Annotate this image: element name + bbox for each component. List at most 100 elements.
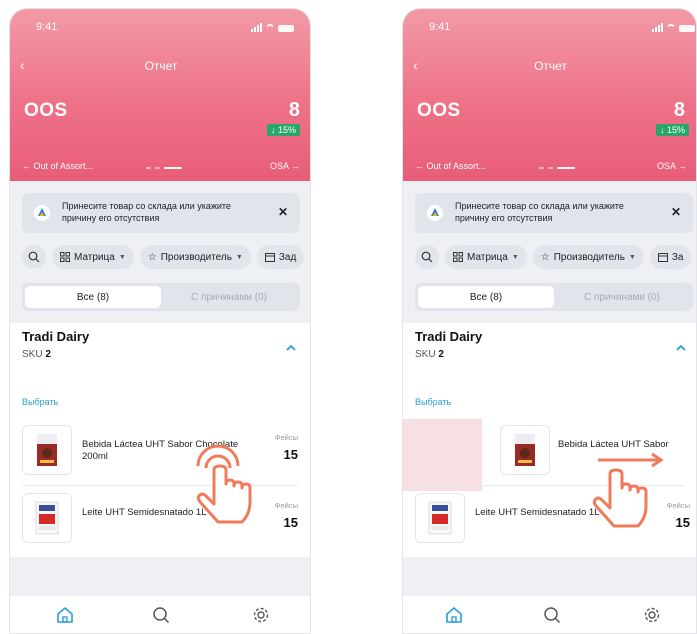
hint-text: Принесите товар со склада или укажите пр… [455, 201, 624, 223]
search-icon [28, 251, 40, 263]
filter-manufacturer[interactable]: ☆ Производитель ▼ [139, 245, 251, 269]
next-report-link[interactable]: OSA → [270, 161, 300, 171]
chevron-down-icon: ▼ [511, 253, 519, 261]
report-pager: ← Out of Assort... OSA → [403, 161, 696, 175]
select-link[interactable]: Выбрать [415, 397, 451, 407]
facings-label: Фейсы [274, 501, 298, 510]
status-bar: 9:41 [36, 21, 294, 35]
search-icon[interactable] [543, 606, 561, 624]
product-image [415, 493, 465, 543]
facings-label: Фейсы [274, 433, 298, 442]
sku-count: SKU 2 [415, 349, 444, 360]
phone-screen-tap: 9:41 ‹ Отчет OOS 8 ↓ 15% ← Out of Assort… [9, 8, 311, 634]
signal-icon [652, 23, 663, 32]
status-time: 9:41 [36, 21, 58, 33]
close-icon[interactable]: ✕ [278, 205, 288, 219]
sku-count: SKU 2 [22, 349, 51, 360]
chevron-down-icon: ▼ [235, 253, 243, 261]
filter-bar: Матрица ▼ ☆ Производитель ▼ Зад [22, 245, 305, 269]
facings-value: 15 [283, 447, 298, 462]
brand-icon [427, 205, 443, 221]
nav-bar: ‹ Отчет [10, 57, 310, 75]
filter-label: Матрица [74, 251, 115, 263]
search-icon [421, 251, 433, 263]
facings-value: 15 [675, 515, 690, 530]
product-image [22, 425, 72, 475]
product-name: Bebida Láctea UHT Sabor [558, 439, 669, 450]
bottom-tab-bar [403, 595, 696, 633]
phone-screen-swipe: 9:41 ‹ Отчет OOS 8 ↓ 15% ← Out of Assort… [402, 8, 697, 634]
product-image [22, 493, 72, 543]
tab-all[interactable]: Все (8) [25, 286, 161, 308]
tab-with-reasons[interactable]: С причинами (0) [554, 286, 690, 308]
chevron-down-icon: ▼ [628, 253, 636, 261]
home-icon[interactable] [56, 606, 74, 624]
close-icon[interactable]: ✕ [671, 205, 681, 219]
group-title: Tradi Dairy [22, 329, 90, 344]
filter-bar: Матрица ▼ ☆ Производитель ▼ За [415, 245, 692, 269]
filter-label: Производитель [553, 251, 625, 263]
search-button[interactable] [22, 245, 46, 269]
hint-text: Принесите товар со склада или укажите пр… [62, 201, 231, 223]
product-group-card: Tradi Dairy SKU 2 Выбрать Bebida Láctea … [10, 323, 310, 557]
group-title: Tradi Dairy [415, 329, 483, 344]
report-pager: ← Out of Assort... OSA → [10, 161, 310, 175]
filter-tasks[interactable]: Зад [256, 245, 305, 269]
brand-icon [34, 205, 50, 221]
filter-matrix[interactable]: Матрица ▼ [445, 245, 527, 269]
delta-badge: ↓ 15% [655, 124, 689, 136]
calendar-icon [264, 253, 275, 262]
metric-value: 8 [288, 99, 300, 121]
prev-report-link[interactable]: ← Out of Assort... [415, 161, 486, 171]
page-title: Отчет [534, 59, 567, 73]
metric-name: OOS [24, 100, 68, 121]
delta-badge: ↓ 15% [266, 124, 300, 136]
list-item[interactable]: Bebida Láctea UHT Sabor Chocolate 200ml … [10, 419, 310, 481]
grid-icon [60, 252, 70, 262]
calendar-icon [657, 253, 668, 262]
grid-icon [453, 252, 463, 262]
star-icon: ☆ [540, 251, 550, 263]
star-icon: ☆ [147, 251, 157, 263]
filter-label: За [671, 251, 684, 263]
filter-label: Матрица [467, 251, 508, 263]
chevron-up-icon[interactable] [676, 343, 686, 353]
select-link[interactable]: Выбрать [22, 397, 58, 407]
report-header: 9:41 ‹ Отчет OOS 8 ↓ 15% ← Out of Assort… [403, 9, 696, 181]
next-report-link[interactable]: OSA → [657, 161, 687, 171]
metric-value: 8 [673, 99, 685, 121]
filter-manufacturer[interactable]: ☆ Производитель ▼ [532, 245, 644, 269]
settings-icon[interactable] [643, 606, 661, 624]
wifi-icon [265, 24, 275, 32]
list-item[interactable]: Leite UHT Semidesnatado 1L Фейсы 15 [10, 487, 310, 549]
segmented-control: Все (8) С причинами (0) [22, 283, 300, 311]
swipe-gesture-icon [592, 452, 664, 528]
chevron-up-icon[interactable] [286, 343, 296, 353]
chevron-down-icon: ▼ [118, 253, 126, 261]
home-icon[interactable] [445, 606, 463, 624]
settings-icon[interactable] [252, 606, 270, 624]
search-icon[interactable] [152, 606, 170, 624]
product-image [500, 425, 550, 475]
status-time: 9:41 [429, 21, 451, 33]
hint-banner: Принесите товар со склада или укажите пр… [22, 193, 300, 233]
signal-icon [251, 23, 262, 32]
tab-with-reasons[interactable]: С причинами (0) [161, 286, 297, 308]
report-header: 9:41 ‹ Отчет OOS 8 ↓ 15% ← Out of Assort… [10, 9, 310, 181]
segmented-control: Все (8) С причинами (0) [415, 283, 693, 311]
prev-report-link[interactable]: ← Out of Assort... [22, 161, 93, 171]
bottom-tab-bar [10, 595, 310, 633]
facings-value: 15 [283, 515, 298, 530]
wifi-icon [666, 24, 676, 32]
battery-icon [278, 25, 294, 32]
tab-all[interactable]: Все (8) [418, 286, 554, 308]
filter-label: Зад [278, 251, 297, 263]
status-bar: 9:41 [429, 21, 695, 35]
filter-matrix[interactable]: Матрица ▼ [52, 245, 134, 269]
filter-tasks[interactable]: За [649, 245, 692, 269]
page-dots [146, 167, 182, 169]
page-dots [539, 167, 575, 169]
metric-name: OOS [417, 100, 461, 121]
battery-icon [679, 25, 695, 32]
search-button[interactable] [415, 245, 439, 269]
